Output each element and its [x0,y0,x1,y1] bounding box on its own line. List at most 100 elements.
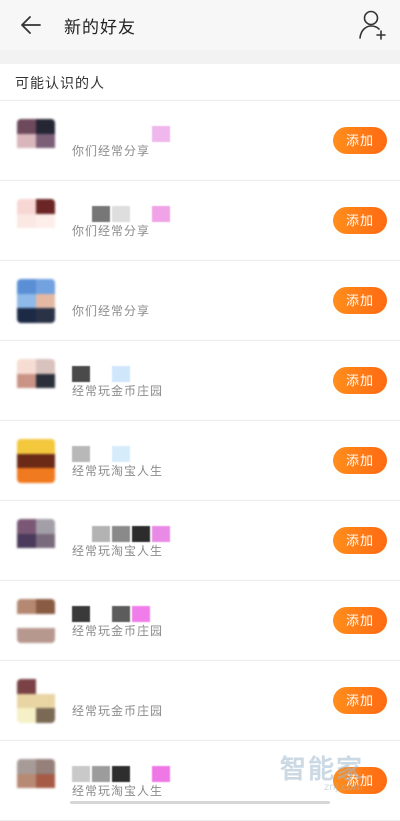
friend-reason: 经常玩金币庄园 [72,384,164,398]
arrow-left-icon [21,16,41,34]
avatar[interactable] [17,599,55,643]
add-button[interactable]: 添加 [333,767,387,794]
avatar-pixel [17,468,36,483]
blurred-name [72,526,170,542]
avatar-pixel [36,279,55,294]
friend-reason: 你们经常分享 [72,144,151,158]
name-pixel [132,526,150,542]
avatar[interactable] [17,439,55,483]
friend-row[interactable]: 你们经常分享 添加 [0,101,400,181]
avatar-pixel [36,693,55,709]
add-button[interactable]: 添加 [333,287,387,314]
avatar-pixel [36,519,55,534]
friend-row[interactable]: 经常玩淘宝人生 添加 [0,421,400,501]
friend-row[interactable]: 经常玩金币庄园 添加 [0,341,400,421]
avatar[interactable] [17,679,55,723]
avatar-pixel [17,679,36,694]
avatar-pixel [36,708,55,723]
friend-row[interactable]: 你们经常分享 添加 [0,181,400,261]
friend-reason: 你们经常分享 [72,304,151,318]
name-pixel [112,446,130,462]
name-pixel [152,686,170,702]
section-title: 可能认识的人 [15,76,105,92]
avatar[interactable] [17,359,55,403]
avatar-pixel [17,119,36,134]
add-button[interactable]: 添加 [333,527,387,554]
name-pixel [92,526,110,542]
name-pixel [112,606,130,622]
add-button[interactable]: 添加 [333,127,387,154]
avatar[interactable] [17,759,55,803]
name-pixel [132,126,150,142]
avatar-pixel [17,613,36,629]
avatar-pixel [36,599,55,614]
avatar-pixel [36,679,55,694]
friend-row[interactable]: 你们经常分享 添加 [0,261,400,341]
name-pixel [132,206,150,222]
name-pixel [112,126,130,142]
name-pixel [72,286,90,302]
section-gap [0,50,400,64]
section-header: 可能认识的人 [0,64,400,101]
avatar-pixel [17,213,36,229]
add-button[interactable]: 添加 [333,607,387,634]
home-indicator [70,801,330,804]
top-bar: 新的好友 [0,0,400,50]
back-button[interactable] [18,12,44,38]
person-plus-icon [359,10,386,40]
avatar-pixel [17,373,36,389]
avatar-pixel [17,228,36,243]
avatar-pixel [36,213,55,229]
name-pixel [72,766,90,782]
add-button[interactable]: 添加 [333,687,387,714]
avatar-pixel [36,788,55,803]
name-pixel [72,606,90,622]
name-pixel [152,526,170,542]
name-pixel [112,526,130,542]
name-pixel [152,366,170,382]
name-pixel [72,126,90,142]
avatar-pixel [36,759,55,774]
avatar-pixel [17,533,36,549]
name-pixel [152,286,170,302]
friend-reason: 经常玩淘宝人生 [72,544,164,558]
avatar[interactable] [17,279,55,323]
avatar-pixel [36,359,55,374]
avatar[interactable] [17,119,55,163]
avatar-pixel [17,628,36,643]
name-pixel [112,286,130,302]
add-button[interactable]: 添加 [333,447,387,474]
blurred-name [72,766,170,782]
add-button[interactable]: 添加 [333,207,387,234]
name-pixel [72,526,90,542]
avatar-pixel [36,453,55,469]
friend-row[interactable]: 经常玩淘宝人生 添加 [0,501,400,581]
avatar-pixel [17,519,36,534]
friend-row[interactable]: 经常玩淘宝人生 添加 [0,741,400,821]
avatar-pixel [17,293,36,309]
avatar-pixel [36,773,55,789]
friend-row[interactable]: 经常玩金币庄园 添加 [0,661,400,741]
add-friend-button[interactable] [358,8,388,40]
name-pixel [72,366,90,382]
avatar-pixel [17,199,36,214]
avatar-pixel [36,228,55,243]
name-pixel [72,446,90,462]
avatar-pixel [17,148,36,163]
name-pixel [132,766,150,782]
avatar-pixel [17,133,36,149]
blurred-name [72,606,170,622]
avatar-pixel [17,453,36,469]
avatar[interactable] [17,519,55,563]
add-button[interactable]: 添加 [333,367,387,394]
suggested-friends-list: 你们经常分享 添加 你们经常分享 添加 你们经常分享 添加 经常玩金币庄园 添加 经常玩淘宝人生… [0,101,400,821]
avatar-pixel [17,388,36,403]
avatar-pixel [36,148,55,163]
name-pixel [92,366,110,382]
friend-row[interactable]: 经常玩金币庄园 添加 [0,581,400,661]
name-pixel [152,126,170,142]
avatar[interactable] [17,199,55,243]
name-pixel [112,206,130,222]
name-pixel [72,686,90,702]
name-pixel [112,766,130,782]
